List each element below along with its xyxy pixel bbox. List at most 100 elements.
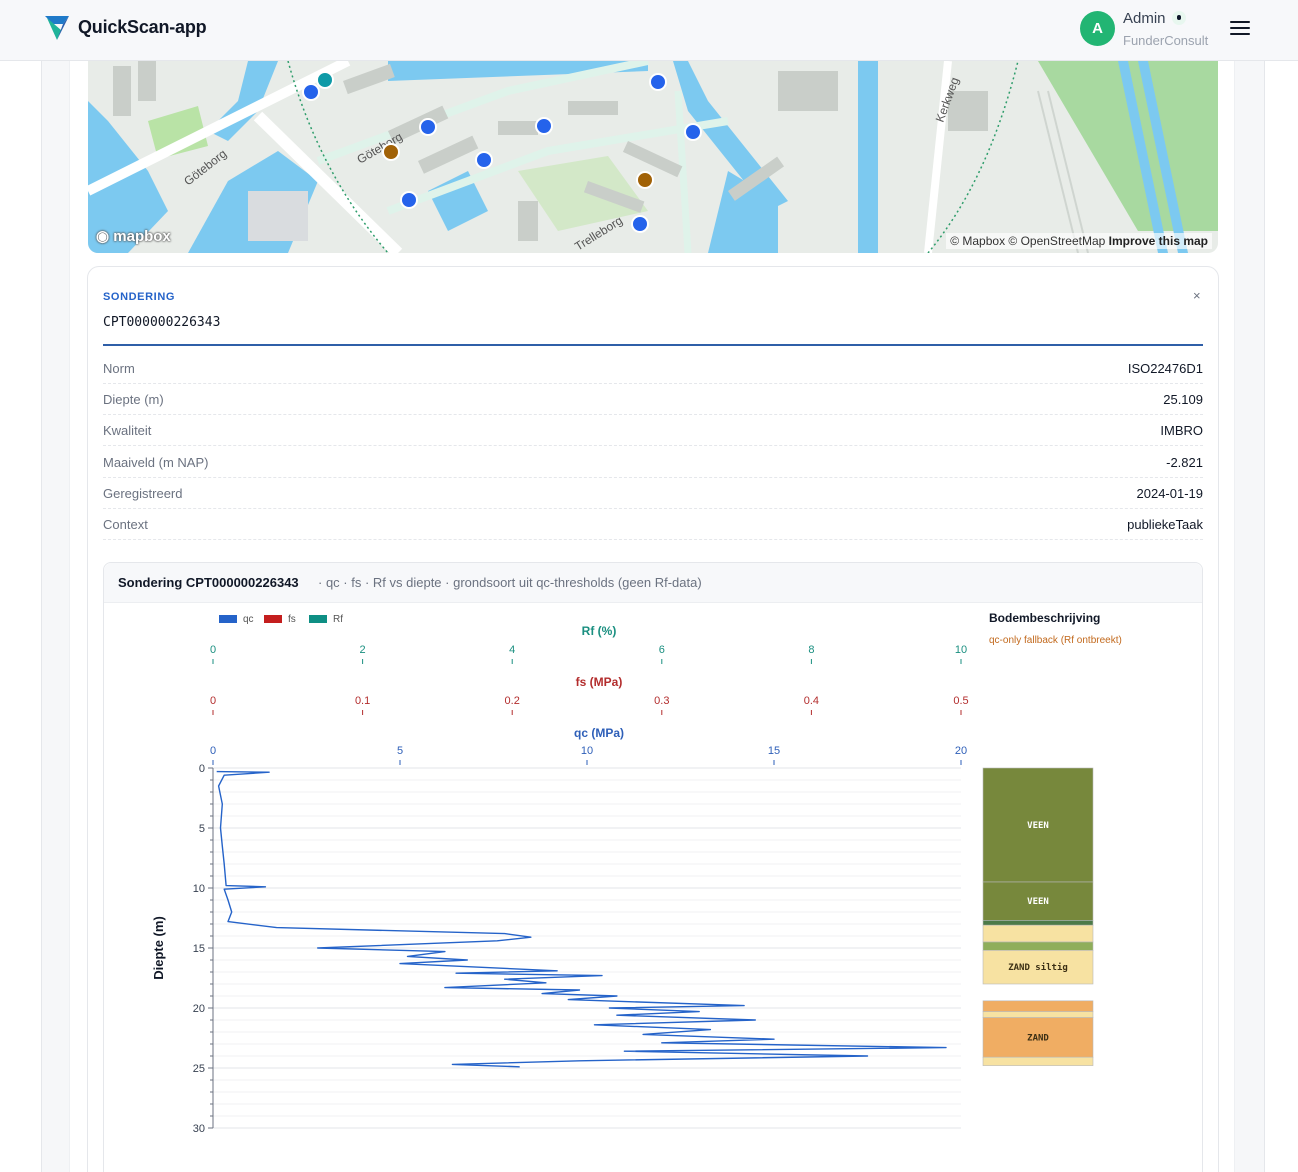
- chart-title: Sondering CPT000000226343: [118, 575, 299, 590]
- qc-tick-label: 15: [768, 745, 780, 757]
- y-tick-label: 10: [193, 883, 205, 895]
- fs-tick-label: 0: [210, 695, 216, 707]
- y-tick-label: 15: [193, 943, 205, 955]
- section-label: SONDERING: [103, 291, 176, 303]
- cpt-marker[interactable]: [400, 191, 418, 209]
- fs-tick-label: 0.3: [654, 695, 669, 707]
- user-name[interactable]: Admin: [1123, 10, 1166, 27]
- legend-label-qc: qc: [243, 614, 254, 625]
- map-canvas[interactable]: Göteborg Göteborg Kerkweg Trelleborg: [88, 61, 1218, 253]
- soil-layer: [982, 941, 1094, 951]
- cpt-chart[interactable]: qc fs Rf Rf (%) 0 2 4 6 8 10 fs (MPa) 0 0.1 0.2 0.3 0.4…: [103, 603, 1201, 1169]
- close-button[interactable]: ×: [1193, 288, 1201, 303]
- property-key: Diepte (m): [103, 392, 164, 407]
- y-tick-label: 5: [199, 823, 205, 835]
- user-avatar[interactable]: A: [1080, 11, 1115, 46]
- legend-label-Rf: Rf: [333, 614, 343, 625]
- cpt-marker[interactable]: [535, 117, 553, 135]
- qc-axis-label: qc (MPa): [574, 726, 624, 740]
- fs-tick-label: 0.2: [505, 695, 520, 707]
- property-value: IMBRO: [1160, 423, 1203, 438]
- legend-swatch-Rf: [309, 615, 327, 623]
- map-view[interactable]: Göteborg Göteborg Kerkweg Trelleborg ◉ m…: [88, 61, 1218, 253]
- mapbox-logo[interactable]: ◉ mapbox: [96, 227, 171, 245]
- property-key: Context: [103, 517, 148, 532]
- fs-tick-label: 0.4: [804, 695, 819, 707]
- cpt-marker[interactable]: [475, 151, 493, 169]
- property-value: 2024-01-19: [1136, 486, 1204, 501]
- fs-axis-label: fs (MPa): [576, 675, 623, 689]
- rf-tick-label: 8: [808, 644, 814, 656]
- property-row: Geregistreerd 2024-01-19: [103, 478, 1203, 509]
- cpt-marker[interactable]: [631, 215, 649, 233]
- property-key: Kwaliteit: [103, 423, 152, 438]
- cpt-marker[interactable]: [684, 123, 702, 141]
- qc-tick-label: 5: [397, 745, 403, 757]
- property-key: Maaiveld (m NAP): [103, 455, 209, 470]
- property-value: publiekeTaak: [1127, 517, 1203, 532]
- rf-tick-label: 6: [659, 644, 665, 656]
- mapbox-logo-text: mapbox: [113, 228, 171, 245]
- cpt-marker[interactable]: [382, 143, 400, 161]
- y-tick-label: 20: [193, 1003, 205, 1015]
- property-row: Context publiekeTaak: [103, 509, 1203, 540]
- cpt-marker[interactable]: [636, 171, 654, 189]
- improve-map-link[interactable]: Improve this map: [1109, 234, 1208, 248]
- soil-layer-label: VEEN: [1027, 821, 1049, 831]
- cpt-marker[interactable]: [419, 118, 437, 136]
- chart-subtitle: · qc · fs · Rf vs diepte · grondsoort ui…: [318, 575, 702, 590]
- property-value: 25.109: [1163, 392, 1203, 407]
- legend-swatch-qc: [219, 615, 237, 623]
- property-key: Geregistreerd: [103, 486, 183, 501]
- qc-tick-label: 20: [955, 745, 967, 757]
- property-row: Kwaliteit IMBRO: [103, 415, 1203, 446]
- cpt-marker[interactable]: [302, 83, 320, 101]
- soil-layer: [982, 1011, 1094, 1018]
- qc-tick-label: 10: [581, 745, 593, 757]
- soil-layer-label: ZAND siltig: [1008, 962, 1068, 973]
- rf-tick-label: 2: [360, 644, 366, 656]
- attribution-text[interactable]: © Mapbox © OpenStreetMap: [950, 234, 1105, 248]
- soil-layer: [982, 1000, 1094, 1012]
- app-logo-icon[interactable]: [44, 14, 70, 42]
- chart-header: Sondering CPT000000226343 · qc · fs · Rf…: [104, 563, 1202, 603]
- y-tick-label: 0: [199, 763, 205, 775]
- soil-layer-label: VEEN: [1027, 897, 1049, 907]
- cpt-marker[interactable]: [316, 71, 334, 89]
- fs-tick-label: 0.5: [953, 695, 968, 707]
- soil-layer-label: ZAND: [1027, 1033, 1049, 1043]
- sondering-id: CPT000000226343: [103, 315, 221, 330]
- section-divider: [103, 344, 1203, 346]
- user-organization: FunderConsult: [1123, 33, 1209, 48]
- soil-description-note: qc-only fallback (Rf ontbreekt): [989, 635, 1122, 646]
- top-bar: QuickScan-app A Admin FunderConsult: [0, 0, 1298, 61]
- hamburger-menu-icon[interactable]: [1230, 21, 1250, 37]
- fs-tick-label: 0.1: [355, 695, 370, 707]
- mapbox-logo-icon: ◉: [96, 228, 110, 245]
- canal: [858, 61, 878, 253]
- rf-axis-label: Rf (%): [582, 624, 617, 638]
- property-value: -2.821: [1166, 455, 1203, 470]
- property-value: ISO22476D1: [1127, 361, 1203, 376]
- soil-layer: [982, 924, 1094, 943]
- rf-tick-label: 0: [210, 644, 216, 656]
- y-tick-label: 25: [193, 1063, 205, 1075]
- y-tick-label: 30: [193, 1123, 205, 1135]
- property-row: Diepte (m) 25.109: [103, 384, 1203, 415]
- soil-layer: [982, 1056, 1094, 1066]
- app-title[interactable]: QuickScan-app: [78, 17, 207, 38]
- property-row: Norm ISO22476D1: [103, 353, 1203, 384]
- property-row: Maaiveld (m NAP) -2.821: [103, 447, 1203, 478]
- map-attribution: © Mapbox © OpenStreetMap Improve this ma…: [946, 233, 1212, 249]
- legend-label-fs: fs: [288, 614, 296, 625]
- rf-tick-label: 4: [509, 644, 515, 656]
- qc-tick-label: 0: [210, 745, 216, 757]
- property-key: Norm: [103, 361, 135, 376]
- cpt-marker[interactable]: [649, 73, 667, 91]
- soil-description-title: Bodembeschrijving: [989, 611, 1101, 625]
- y-axis-label: Diepte (m): [151, 916, 166, 980]
- legend-swatch-fs: [264, 615, 282, 623]
- rf-tick-label: 10: [955, 644, 967, 656]
- user-status-icon: [1172, 11, 1186, 25]
- soil-layer: [982, 920, 1094, 926]
